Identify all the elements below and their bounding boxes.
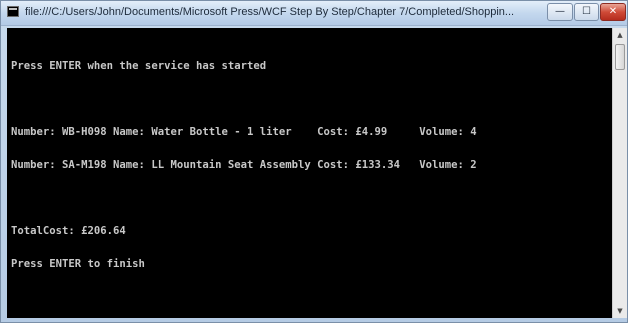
window-title: file:///C:/Users/John/Documents/Microsof… [25, 6, 515, 18]
console-line-item-seat-assembly: Number: SA-M198 Name: LL Mountain Seat A… [11, 159, 477, 171]
console-line-prompt-start: Press ENTER when the service has started [11, 60, 267, 72]
console-line-item-water-bottle: Number: WB-H098 Name: Water Bottle - 1 l… [11, 126, 477, 138]
console-line-blank [11, 94, 477, 105]
console-window: file:///C:/Users/John/Documents/Microsof… [0, 0, 628, 323]
scroll-up-arrow-icon[interactable]: ▲ [613, 28, 627, 42]
maximize-button[interactable]: ☐ [574, 3, 599, 21]
vertical-scrollbar[interactable]: ▲ ▼ [612, 28, 627, 318]
close-button[interactable]: ✕ [600, 3, 626, 21]
console-line-total-cost: TotalCost: £206.64 [11, 225, 126, 237]
console-text: Press ENTER when the service has started… [11, 39, 477, 292]
console-line-prompt-finish: Press ENTER to finish [11, 258, 145, 270]
scroll-down-arrow-icon[interactable]: ▼ [613, 304, 627, 318]
minimize-button[interactable]: — [547, 3, 573, 21]
console-app-icon[interactable] [7, 6, 19, 17]
console-output[interactable]: Press ENTER when the service has started… [7, 28, 612, 318]
title-bar[interactable]: file:///C:/Users/John/Documents/Microsof… [1, 1, 627, 26]
scroll-thumb[interactable] [615, 44, 625, 70]
console-line-blank [11, 193, 477, 204]
